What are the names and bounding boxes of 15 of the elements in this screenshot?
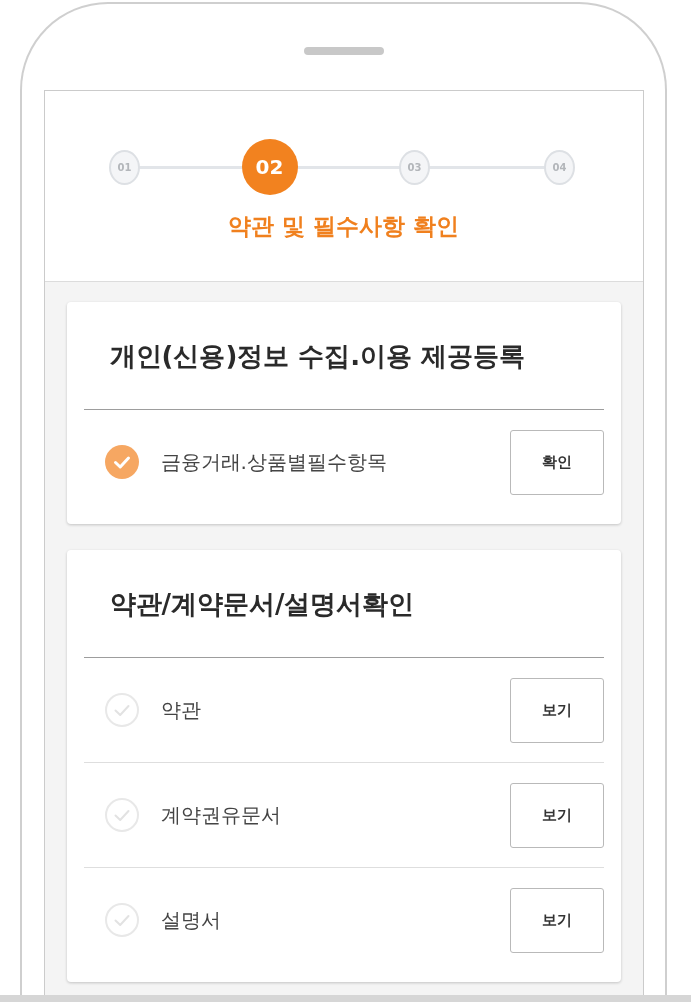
item-label: 약관 — [160, 696, 201, 724]
step-indicator: 04 — [544, 149, 575, 185]
step-indicator: 01 — [109, 149, 140, 185]
action-button[interactable]: 보기 — [509, 887, 604, 953]
item-label: 설명서 — [160, 906, 221, 934]
item-label: 계약권유문서 — [160, 801, 281, 829]
item-label: 금융거래.상품별필수항목 — [160, 448, 387, 476]
action-button[interactable]: 보기 — [509, 677, 604, 743]
section-title: 약관/계약문서/설명서확인 — [109, 588, 415, 621]
action-button[interactable]: 보기 — [509, 782, 604, 848]
step-indicator: 02 — [241, 139, 298, 195]
section-title: 개인(신용)정보 수집.이용 제공등록 — [109, 340, 526, 373]
step-indicator: 03 — [399, 149, 430, 185]
action-button[interactable]: 확인 — [509, 429, 604, 495]
step-title: 약관 및 필수사항 확인 — [228, 212, 459, 241]
